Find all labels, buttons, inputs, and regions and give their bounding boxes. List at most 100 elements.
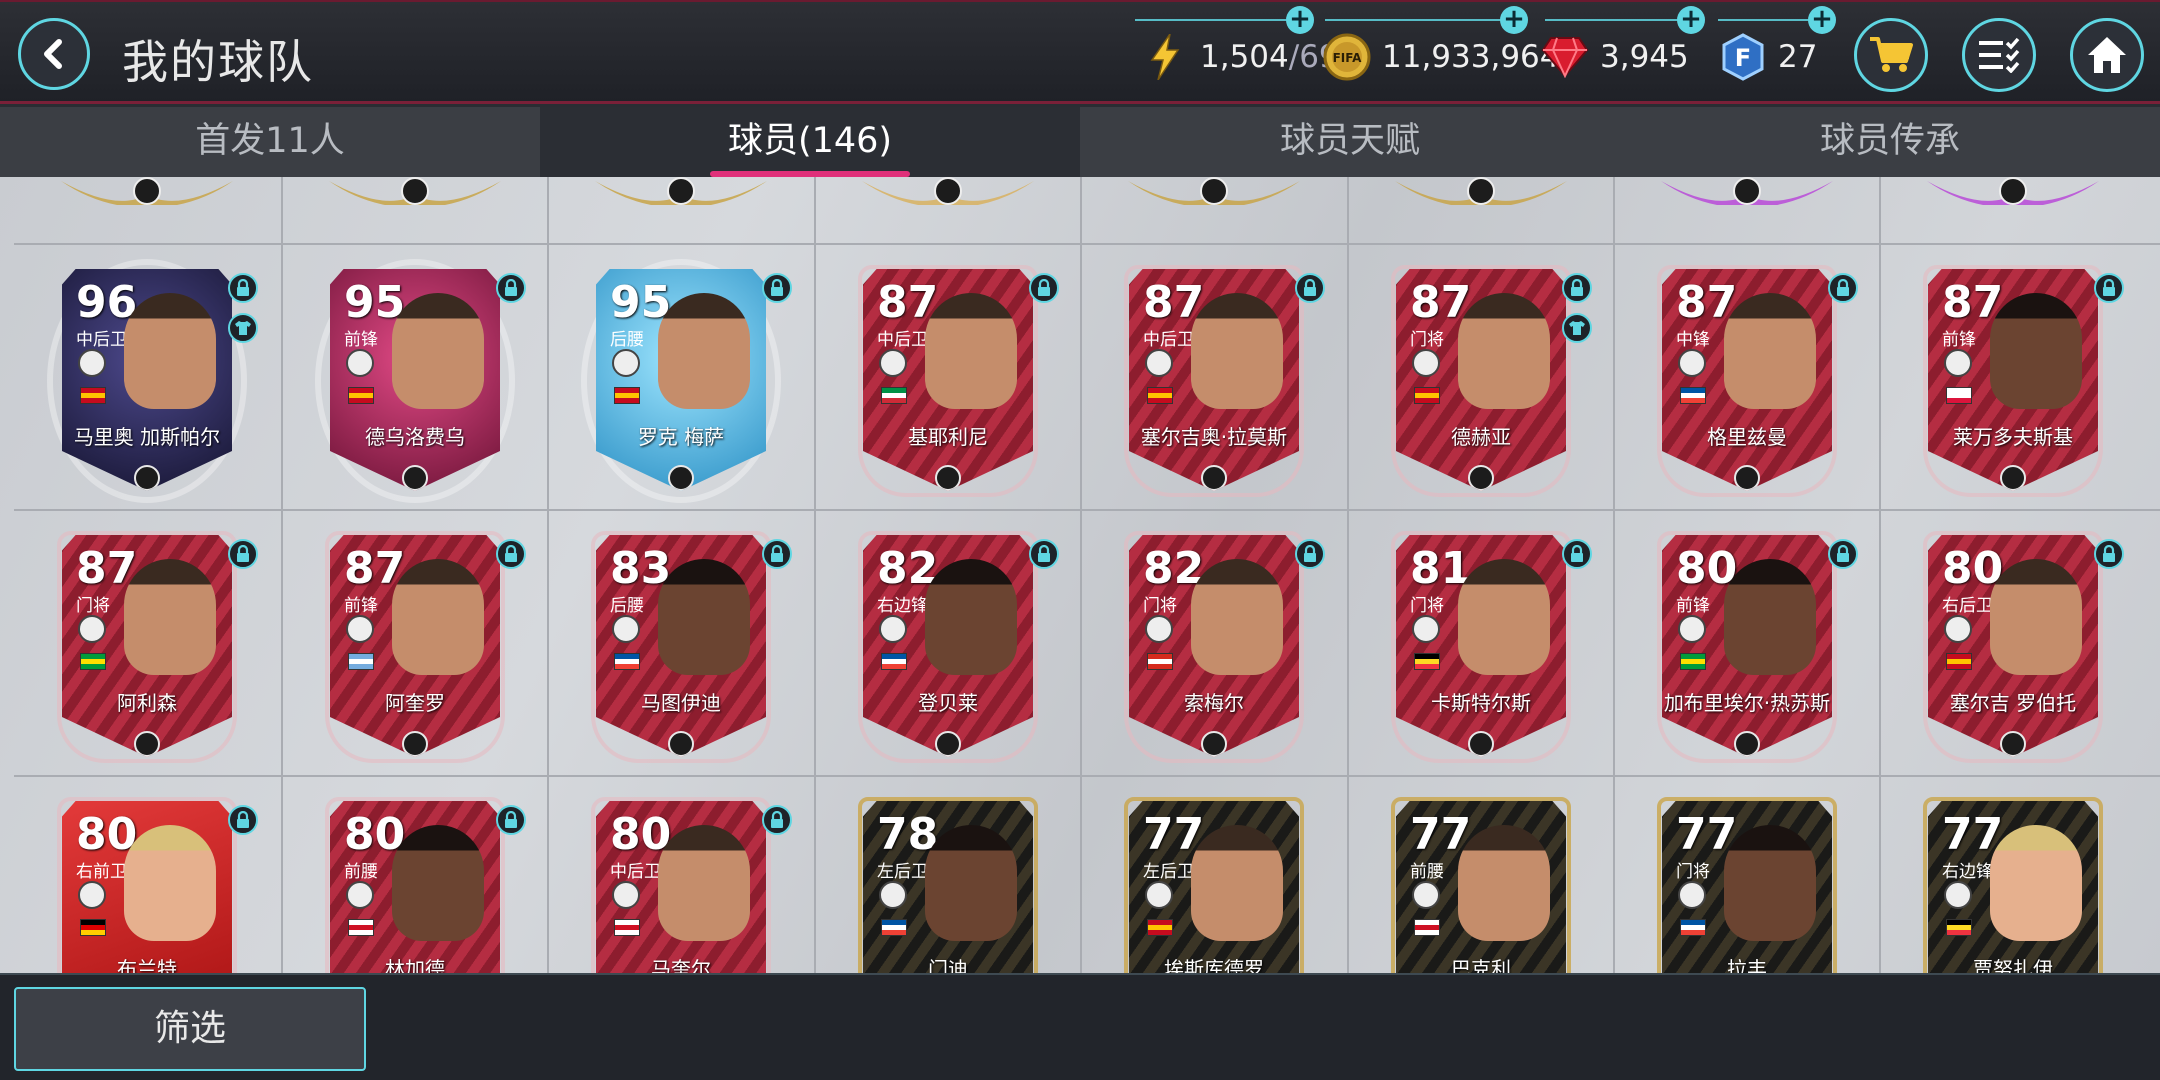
player-card[interactable]: 77 右边锋 贾努扎伊 (1928, 801, 2098, 973)
player-position: 右前卫 (76, 862, 127, 882)
player-card-slot[interactable]: 77 右边锋 贾努扎伊 (1880, 779, 2146, 973)
player-position: 前腰 (1410, 862, 1444, 882)
lock-icon[interactable] (2094, 539, 2124, 569)
player-card[interactable]: 87 门将 德赫亚 (1396, 269, 1566, 491)
player-card-slot[interactable]: 80 中后卫 马奎尔 (548, 779, 814, 973)
lock-icon[interactable] (496, 273, 526, 303)
tab-starting-eleven[interactable]: 首发11人 (0, 107, 540, 177)
currency-divider (1545, 19, 1695, 21)
club-badge-icon (78, 615, 106, 643)
player-card[interactable]: 96 中后卫 马里奥 加斯帕尔 (62, 269, 232, 491)
lock-icon[interactable] (2094, 273, 2124, 303)
player-card[interactable]: 83 后腰 马图伊迪 (596, 535, 766, 757)
lock-icon[interactable] (496, 539, 526, 569)
club-badge-icon (1678, 349, 1706, 377)
club-badge-icon (1145, 349, 1173, 377)
lock-icon[interactable] (1562, 539, 1592, 569)
player-card[interactable]: 87 前锋 阿奎罗 (330, 535, 500, 757)
player-card[interactable]: 80 前锋 加布里埃尔·热苏斯 (1662, 535, 1832, 757)
card-bottom-emblem (61, 177, 233, 205)
player-card-slot[interactable]: 87 中后卫 基耶利尼 (815, 247, 1081, 513)
lock-icon[interactable] (1828, 539, 1858, 569)
lock-icon[interactable] (228, 273, 258, 303)
card-bottom-emblem (862, 177, 1034, 205)
lock-icon[interactable] (1562, 273, 1592, 303)
lock-icon[interactable] (228, 539, 258, 569)
player-card-slot[interactable]: 87 门将 阿利森 (14, 513, 280, 779)
player-card[interactable]: 80 前腰 林加德 (330, 801, 500, 973)
kit-shirt-icon[interactable] (1562, 313, 1592, 343)
home-button[interactable] (2070, 18, 2144, 92)
club-badge-icon (1412, 349, 1440, 377)
player-card[interactable]: 80 右后卫 塞尔吉 罗伯托 (1928, 535, 2098, 757)
player-card[interactable]: 87 门将 阿利森 (62, 535, 232, 757)
nation-flag-icon (80, 387, 106, 404)
player-card[interactable]: 77 门将 拉丰 (1662, 801, 1832, 973)
player-portrait (1458, 559, 1550, 675)
lock-icon[interactable] (762, 539, 792, 569)
player-card-slot[interactable]: 95 前锋 德乌洛费乌 (282, 247, 548, 513)
player-card[interactable]: 95 后腰 罗克 梅萨 (596, 269, 766, 491)
player-card-slot[interactable]: 77 前腰 巴克利 (1348, 779, 1614, 973)
player-card-slot[interactable]: 87 门将 德赫亚 (1348, 247, 1614, 513)
player-card-slot[interactable]: 80 右前卫 布兰特 (14, 779, 280, 973)
player-card-slot[interactable]: 77 门将 拉丰 (1614, 779, 1880, 973)
stamina-value: 1,504 (1200, 39, 1289, 75)
nation-flag-icon (1414, 387, 1440, 404)
player-card-slot[interactable]: 77 左后卫 埃斯库德罗 (1081, 779, 1347, 973)
player-card[interactable]: 80 右前卫 布兰特 (62, 801, 232, 973)
player-card-slot[interactable]: 87 中锋 格里兹曼 (1614, 247, 1880, 513)
player-name: 塞尔吉奥·拉莫斯 (1140, 425, 1288, 449)
player-card-slot[interactable]: 80 右后卫 塞尔吉 罗伯托 (1880, 513, 2146, 779)
lock-icon[interactable] (1295, 539, 1325, 569)
player-card[interactable]: 95 前锋 德乌洛费乌 (330, 269, 500, 491)
page-title: 我的球队 (122, 35, 314, 89)
player-card-slot[interactable]: 95 后腰 罗克 梅萨 (548, 247, 814, 513)
player-card-slot[interactable]: 80 前腰 林加德 (282, 779, 548, 973)
player-card[interactable]: 78 左后卫 门迪 (863, 801, 1033, 973)
player-card[interactable]: 82 右边锋 登贝莱 (863, 535, 1033, 757)
shop-button[interactable] (1854, 18, 1928, 92)
player-card-slot[interactable]: 87 前锋 阿奎罗 (282, 513, 548, 779)
player-card-slot[interactable]: 81 门将 卡斯特尔斯 (1348, 513, 1614, 779)
player-card[interactable]: 87 前锋 莱万多夫斯基 (1928, 269, 2098, 491)
player-position: 门将 (1676, 862, 1710, 882)
lock-icon[interactable] (762, 805, 792, 835)
player-card-slot[interactable]: 87 中后卫 塞尔吉奥·拉莫斯 (1081, 247, 1347, 513)
lock-icon[interactable] (1029, 539, 1059, 569)
lock-icon[interactable] (228, 805, 258, 835)
filter-button[interactable]: 筛选 (14, 987, 366, 1071)
lock-icon[interactable] (1029, 273, 1059, 303)
player-card-slot[interactable]: 82 门将 索梅尔 (1081, 513, 1347, 779)
lock-icon[interactable] (496, 805, 526, 835)
player-card-slot[interactable]: 80 前锋 加布里埃尔·热苏斯 (1614, 513, 1880, 779)
player-card[interactable]: 82 门将 索梅尔 (1129, 535, 1299, 757)
lock-icon[interactable] (1828, 273, 1858, 303)
player-card[interactable]: 80 中后卫 马奎尔 (596, 801, 766, 973)
player-position: 门将 (1143, 596, 1177, 616)
club-badge-icon (1944, 615, 1972, 643)
player-card-slot[interactable]: 78 左后卫 门迪 (815, 779, 1081, 973)
player-card[interactable]: 87 中锋 格里兹曼 (1662, 269, 1832, 491)
player-card-slot[interactable]: 82 右边锋 登贝莱 (815, 513, 1081, 779)
player-portrait (658, 559, 750, 675)
player-card-slot[interactable]: 83 后腰 马图伊迪 (548, 513, 814, 779)
kit-shirt-icon[interactable] (228, 313, 258, 343)
lock-icon[interactable] (1295, 273, 1325, 303)
player-card[interactable]: 77 左后卫 埃斯库德罗 (1129, 801, 1299, 973)
tasks-menu-button[interactable] (1962, 18, 2036, 92)
player-card-slot[interactable]: 96 中后卫 马里奥 加斯帕尔 (14, 247, 280, 513)
back-button[interactable] (18, 18, 90, 90)
player-grid[interactable]: 96 中后卫 马里奥 加斯帕尔 95 前锋 德乌洛费乌 95 后腰 罗克 梅萨 87 中后卫 基耶利尼… (0, 177, 2160, 973)
player-card-slot[interactable]: 87 前锋 莱万多夫斯基 (1880, 247, 2146, 513)
player-card[interactable]: 77 前腰 巴克利 (1396, 801, 1566, 973)
tab-player-talents[interactable]: 球员天赋 (1080, 107, 1620, 177)
tab-player-legacy[interactable]: 球员传承 (1620, 107, 2160, 177)
lock-icon[interactable] (762, 273, 792, 303)
player-card[interactable]: 87 中后卫 塞尔吉奥·拉莫斯 (1129, 269, 1299, 491)
gems-display: 3,945 (1540, 30, 1689, 84)
player-card[interactable]: 87 中后卫 基耶利尼 (863, 269, 1033, 491)
tab-players[interactable]: 球员(146) (540, 107, 1080, 177)
player-name: 莱万多夫斯基 (1953, 425, 2073, 449)
player-card[interactable]: 81 门将 卡斯特尔斯 (1396, 535, 1566, 757)
